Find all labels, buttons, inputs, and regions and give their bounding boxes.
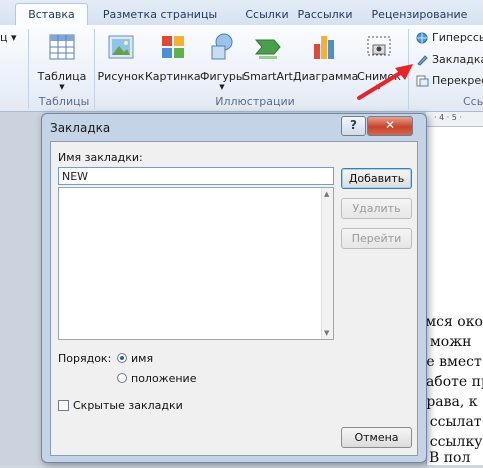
- table-button[interactable]: Таблица ▼: [36, 31, 88, 91]
- cross-reference-icon: [416, 75, 429, 87]
- clipart-button-label: Картинка: [145, 70, 201, 83]
- shapes-icon: [211, 33, 233, 60]
- sort-label: Порядок:: [58, 352, 112, 365]
- group-label-illustrations: Иллюстрации: [215, 95, 295, 108]
- shapes-button-label: Фигуры: [200, 70, 245, 83]
- hidden-bookmarks-label[interactable]: Скрытые закладки: [73, 399, 183, 412]
- sort-by-position-label[interactable]: положение: [131, 372, 196, 385]
- scroll-down-icon[interactable]: ▼: [324, 329, 329, 337]
- shapes-button[interactable]: Фигуры ▼: [200, 31, 245, 91]
- sort-by-name-label[interactable]: имя: [131, 352, 153, 365]
- clipart-button[interactable]: Картинка: [145, 31, 201, 83]
- bookmark-name-label: Имя закладки:: [58, 151, 143, 164]
- group-label-tables: Таблицы: [38, 95, 90, 108]
- picture-button-label: Рисунок: [97, 70, 145, 83]
- group-separator: [28, 29, 29, 109]
- hyperlink-label: Гиперссы: [432, 31, 483, 44]
- tab-insert[interactable]: Вставка: [15, 3, 88, 26]
- tab-mailings[interactable]: Рассылки: [285, 4, 365, 25]
- goto-button[interactable]: Перейти: [341, 228, 412, 249]
- tab-review[interactable]: Рецензирование: [362, 4, 477, 25]
- group-separator: [94, 29, 95, 109]
- clipart-icon: [161, 36, 184, 58]
- sort-by-position-radio[interactable]: [117, 373, 127, 383]
- smartart-icon: [254, 39, 281, 59]
- smartart-button[interactable]: SmartArt: [243, 31, 293, 83]
- bookmark-button[interactable]: Закладка: [416, 51, 483, 69]
- screenshot-icon: [367, 36, 391, 56]
- bookmark-icon: [417, 55, 428, 66]
- close-button[interactable]: ✕: [367, 116, 413, 136]
- list-scrollbar[interactable]: ▲ ▼: [321, 188, 333, 339]
- picture-icon: [108, 35, 134, 59]
- ruler-marks: · 4 · 5 ·: [434, 113, 462, 122]
- tab-page-layout[interactable]: Разметка страницы: [90, 4, 230, 25]
- picture-button[interactable]: Рисунок: [97, 31, 145, 83]
- red-arrow-annotation: [357, 64, 413, 100]
- globe-link-icon: [416, 32, 428, 44]
- chart-icon: [314, 36, 334, 59]
- bookmarks-list[interactable]: ▲ ▼: [58, 187, 334, 340]
- delete-button[interactable]: Удалить: [341, 198, 412, 219]
- chevron-down-icon: ▼: [59, 83, 65, 91]
- bookmark-label: Закладка: [432, 53, 483, 66]
- hidden-bookmarks-checkbox[interactable]: [58, 400, 69, 411]
- ribbon-tab-bar: Вставка Разметка страницы Ссылки Рассылк…: [0, 0, 483, 26]
- bookmark-name-input[interactable]: NEW: [58, 167, 334, 185]
- table-button-label: Таблица: [37, 70, 87, 83]
- cross-reference-button[interactable]: Перекрест: [416, 72, 483, 90]
- chevron-down-icon: ▼: [219, 83, 225, 91]
- hyperlink-button[interactable]: Гиперссы: [416, 29, 483, 47]
- table-icon: [49, 34, 75, 60]
- horizontal-ruler: · 4 · 5 ·: [426, 112, 483, 127]
- smartart-button-label: SmartArt: [243, 70, 293, 83]
- sort-by-name-radio[interactable]: [117, 353, 127, 363]
- chart-button[interactable]: Диаграмма: [293, 31, 359, 83]
- help-button[interactable]: ?: [341, 116, 366, 136]
- dialog-title: Закладка: [50, 121, 111, 135]
- scroll-up-icon[interactable]: ▲: [324, 190, 329, 198]
- chart-button-label: Диаграмма: [293, 70, 359, 83]
- cross-reference-label: Перекрест: [432, 74, 483, 87]
- cancel-button[interactable]: Отмена: [341, 427, 412, 448]
- bookmark-dialog: Закладка ? ✕ Имя закладки: NEW ▲ ▼ Добав…: [41, 113, 427, 463]
- dialog-body: Имя закладки: NEW ▲ ▼ Добавить Удалить П…: [50, 141, 418, 456]
- add-button[interactable]: Добавить: [341, 168, 412, 189]
- group-label-links: Ссы: [463, 95, 483, 108]
- partial-dropdown[interactable]: ц ▾: [0, 31, 17, 44]
